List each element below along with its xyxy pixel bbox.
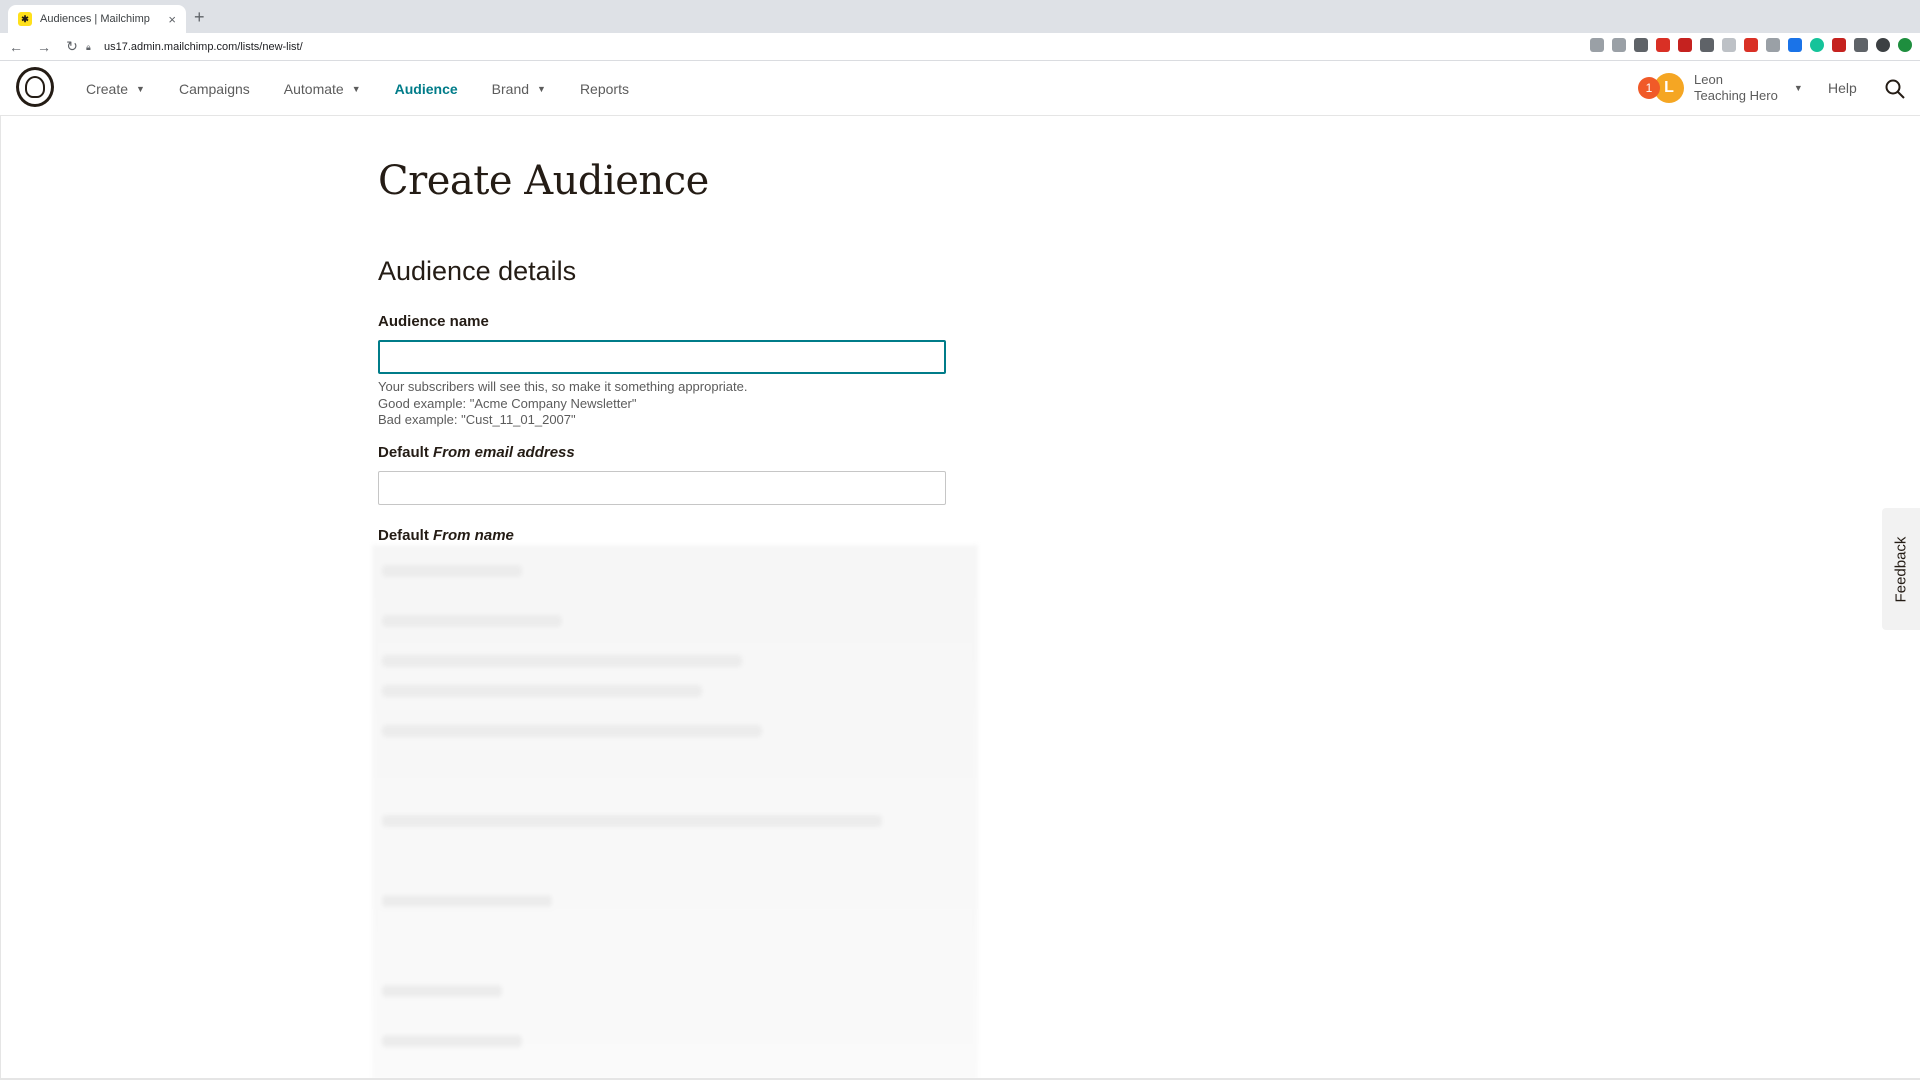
label-emphasis: From name [433, 527, 514, 544]
browser-tab-bar: ✱ Audiences | Mailchimp × + [0, 0, 1920, 33]
new-tab-button[interactable]: + [194, 8, 205, 26]
close-tab-icon[interactable]: × [168, 12, 176, 27]
zoom-icon[interactable] [1612, 38, 1626, 52]
nav-campaigns-label: Campaigns [178, 80, 250, 97]
profile-icon[interactable] [1876, 38, 1890, 52]
search-icon[interactable] [1884, 78, 1906, 100]
nav-audience-label: Audience [394, 80, 458, 97]
extension-icon[interactable] [1722, 38, 1736, 52]
blur-placeholder [382, 615, 562, 627]
main-nav: Create ▼ Campaigns Automate ▼ Audience B… [86, 61, 663, 116]
extension-icon[interactable] [1832, 38, 1846, 52]
extension-icon[interactable] [1788, 38, 1802, 52]
tab-title: Audiences | Mailchimp [40, 13, 150, 25]
audience-name-hint: Your subscribers will see this, so make … [378, 379, 747, 429]
user-name: Leon [1694, 72, 1723, 87]
forward-icon[interactable]: → [32, 35, 56, 59]
extension-icon[interactable] [1678, 38, 1692, 52]
hint-line: Your subscribers will see this, so make … [378, 379, 748, 394]
user-account: Teaching Hero [1694, 88, 1778, 103]
page-border [0, 116, 1, 1080]
label-prefix: Default [378, 527, 434, 544]
nav-reports[interactable]: Reports [580, 81, 629, 97]
extension-icon[interactable] [1898, 38, 1912, 52]
account-menu[interactable]: 1 L Leon Teaching Hero ▼ [1638, 70, 1803, 106]
url-text: us17.admin.mailchimp.com/lists/new-list/ [104, 41, 303, 53]
user-info: Leon Teaching Hero [1694, 72, 1778, 104]
chevron-down-icon: ▼ [537, 83, 546, 94]
hint-line: Bad example: "Cust_11_01_2007" [378, 412, 576, 427]
feedback-tab[interactable]: Feedback [1882, 508, 1920, 630]
from-email-input[interactable] [378, 471, 946, 505]
blur-placeholder [382, 685, 702, 697]
nav-brand[interactable]: Brand ▼ [492, 81, 546, 97]
extension-icon[interactable] [1766, 38, 1780, 52]
chevron-down-icon: ▼ [136, 83, 145, 94]
extension-icon[interactable] [1744, 38, 1758, 52]
notification-badge[interactable]: 1 [1638, 77, 1660, 99]
back-icon[interactable]: ← [4, 35, 28, 59]
label-emphasis: From email address [433, 444, 575, 461]
blur-placeholder [382, 565, 522, 577]
nav-audience[interactable]: Audience [395, 81, 458, 97]
section-title: Audience details [378, 256, 577, 286]
label-prefix: Default [378, 444, 434, 461]
hint-line: Good example: "Acme Company Newsletter" [378, 395, 637, 411]
chevron-down-icon: ▼ [351, 83, 361, 94]
blur-placeholder [382, 815, 882, 827]
nav-automate[interactable]: Automate ▼ [284, 81, 361, 97]
mailchimp-favicon-icon: ✱ [18, 12, 32, 26]
bookmark-star-icon[interactable] [1634, 38, 1648, 52]
feedback-label: Feedback [1892, 536, 1910, 602]
audience-name-label: Audience name [378, 313, 489, 330]
lock-icon: 🔒︎ [86, 42, 91, 52]
app-header: Create ▼ Campaigns Automate ▼ Audience B… [0, 61, 1920, 116]
grammarly-icon[interactable] [1810, 38, 1824, 52]
translate-icon[interactable] [1590, 38, 1604, 52]
blur-placeholder [382, 655, 742, 667]
address-bar[interactable]: 🔒︎ us17.admin.mailchimp.com/lists/new-li… [86, 36, 1586, 58]
reload-icon[interactable]: ↻ [60, 35, 84, 59]
page-title: Create Audience [378, 158, 709, 204]
blur-placeholder [382, 985, 502, 997]
nav-create[interactable]: Create ▼ [86, 81, 145, 97]
browser-tab[interactable]: ✱ Audiences | Mailchimp × [8, 5, 186, 33]
help-link[interactable]: Help [1828, 80, 1857, 96]
nav-campaigns[interactable]: Campaigns [179, 81, 250, 97]
extension-icons [1590, 38, 1912, 52]
extension-icon[interactable] [1656, 38, 1670, 52]
nav-create-label: Create [86, 80, 129, 97]
blurred-form-area [372, 545, 978, 1080]
nav-reports-label: Reports [579, 80, 629, 97]
chevron-down-icon[interactable]: ▼ [1794, 83, 1803, 93]
audience-name-input[interactable] [378, 340, 946, 374]
blur-placeholder [382, 895, 552, 907]
browser-toolbar: ← → ↻ 🔒︎ us17.admin.mailchimp.com/lists/… [0, 33, 1920, 61]
mailchimp-logo-icon[interactable] [16, 67, 54, 107]
reading-list-icon[interactable] [1854, 38, 1868, 52]
from-email-label: Default From email address [378, 444, 575, 461]
blur-placeholder [382, 1035, 522, 1047]
blur-placeholder [382, 725, 762, 737]
nav-brand-label: Brand [491, 80, 530, 97]
from-name-label: Default From name [378, 527, 514, 544]
nav-automate-label: Automate [283, 80, 344, 97]
extension-icon[interactable] [1700, 38, 1714, 52]
